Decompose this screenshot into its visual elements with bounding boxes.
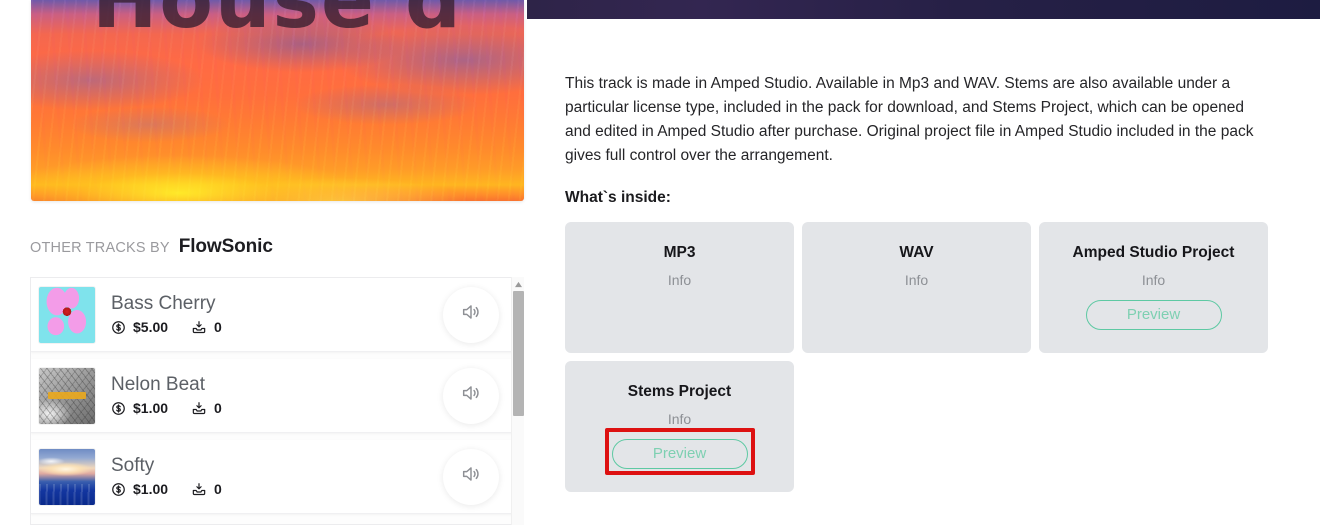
details-panel: This track is made in Amped Studio. Avai… [527,19,1320,525]
card-info-link[interactable]: Info [565,411,794,427]
other-tracks-heading: OTHER TRACKS BY FlowSonic [30,236,273,258]
track-play-button[interactable] [443,448,499,505]
track-price: $5.00 [133,319,169,336]
header-bar-right [527,0,1320,19]
card-title: Amped Studio Project [1072,244,1235,261]
card-info-link[interactable]: Info [1039,272,1268,288]
caret-up-icon [514,275,523,293]
scrollbar-thumb[interactable] [513,291,524,416]
card-title: WAV [899,244,934,261]
whats-inside-label: What`s inside: [565,189,671,206]
track-downloads: 0 [214,400,222,417]
speaker-icon [460,463,482,490]
track-detail-page: House d OTHER TRACKS BY FlowSonic Bass C… [0,0,1320,525]
preview-button-stems-project[interactable]: Preview [611,438,748,469]
left-panel: House d OTHER TRACKS BY FlowSonic Bass C… [0,0,527,525]
track-price: $1.00 [133,481,169,498]
content-card-mp3[interactable]: MP3 Info [565,222,794,353]
other-tracks-list[interactable]: Bass Cherry $5.00 0 Nelon Beat $1.00 0 S… [30,277,524,525]
other-tracks-label: OTHER TRACKS BY [30,240,170,256]
track-list-scrollbar[interactable] [511,277,524,525]
card-title: Stems Project [627,383,732,400]
track-row[interactable]: Bass Cherry $5.00 0 [31,278,513,352]
track-row[interactable]: Nelon Beat $1.00 0 [31,359,513,433]
track-downloads: 0 [214,481,222,498]
scroll-up-button[interactable] [512,277,525,290]
download-icon [191,400,207,416]
speaker-icon [460,382,482,409]
track-downloads: 0 [214,319,222,336]
track-thumbnail [39,448,95,505]
price-icon [111,320,126,335]
download-icon [191,481,207,497]
speaker-icon [460,301,482,328]
artwork-title-text: House d [92,0,463,46]
album-artwork: House d [31,0,524,201]
track-play-button[interactable] [443,367,499,424]
card-info-link[interactable]: Info [565,272,794,288]
content-card-amped-studio-project[interactable]: Amped Studio Project Info Preview [1039,222,1268,353]
card-title: MP3 [663,244,696,261]
download-icon [191,319,207,335]
track-row[interactable]: Softy $1.00 0 [31,440,513,514]
track-play-button[interactable] [443,286,499,343]
preview-button-amped-studio-project[interactable]: Preview [1085,299,1222,330]
content-card-wav[interactable]: WAV Info [802,222,1031,353]
contents-card-grid: MP3 Info WAV Info Amped Studio Project I… [565,222,1280,492]
card-info-link[interactable]: Info [802,272,1031,288]
artist-name[interactable]: FlowSonic [179,236,273,258]
track-description: This track is made in Amped Studio. Avai… [565,75,1254,164]
track-thumbnail [39,286,95,343]
content-card-stems-project[interactable]: Stems Project Info Preview [565,361,794,492]
price-icon [111,401,126,416]
track-price: $1.00 [133,400,169,417]
price-icon [111,482,126,497]
track-thumbnail [39,367,95,424]
